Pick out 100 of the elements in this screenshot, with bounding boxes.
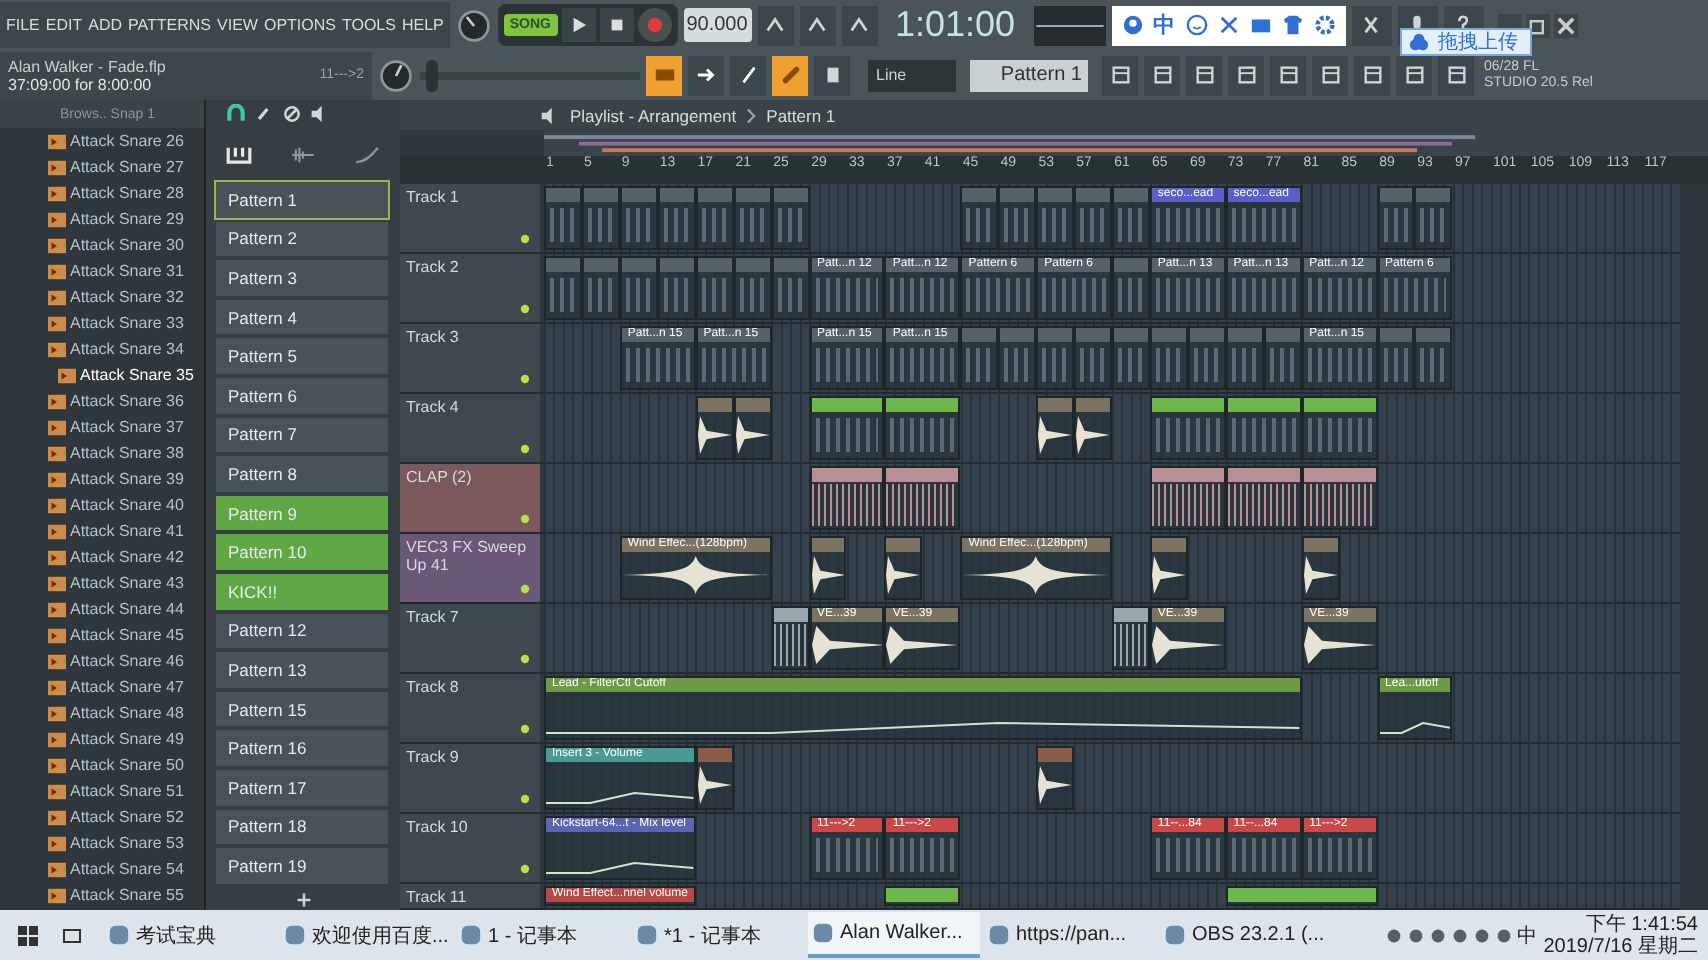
pattern-clip[interactable] — [619, 256, 658, 320]
pattern-item[interactable]: Pattern 18 — [216, 809, 388, 845]
magnet-icon[interactable] — [226, 104, 246, 124]
audio-clip[interactable] — [1301, 536, 1340, 600]
browser-item[interactable]: Attack Snare 43 — [48, 570, 204, 596]
audio-clip[interactable] — [1225, 466, 1302, 530]
pattern-item[interactable]: Pattern 1 — [216, 182, 388, 218]
view-button[interactable] — [1312, 55, 1348, 95]
view-button[interactable] — [1396, 55, 1432, 95]
clock[interactable]: 下午 1:41:54 2019/7/16 星期二 — [1543, 913, 1698, 957]
view-button[interactable] — [1144, 55, 1180, 95]
tempo-field[interactable]: 90.000 — [683, 8, 751, 42]
pattern-item[interactable]: Pattern 16 — [216, 730, 388, 766]
browser-item[interactable]: Attack Snare 47 — [48, 674, 204, 700]
menu-item[interactable]: VIEW — [217, 16, 258, 34]
pattern-clip[interactable] — [1225, 396, 1302, 460]
pattern-clip[interactable] — [1263, 326, 1302, 390]
toolbar-button[interactable] — [841, 5, 877, 45]
pattern-clip[interactable] — [581, 256, 620, 320]
browser-item[interactable]: Attack Snare 41 — [48, 518, 204, 544]
browser-item[interactable]: Attack Snare 55 — [48, 882, 204, 908]
browser-item[interactable]: Attack Snare 26 — [48, 128, 204, 154]
browser-item[interactable]: Attack Snare 32 — [48, 284, 204, 310]
scissors-icon[interactable] — [1217, 14, 1239, 36]
pattern-item[interactable]: Pattern 13 — [216, 652, 388, 688]
browser-item[interactable]: Attack Snare 42 — [48, 544, 204, 570]
pattern-clip[interactable] — [1414, 186, 1453, 250]
audio-clip[interactable] — [733, 396, 772, 460]
keyboard-icon[interactable] — [1249, 14, 1271, 36]
status-dot-icon[interactable] — [520, 584, 530, 594]
toolbar-button[interactable] — [814, 55, 850, 95]
taskbar-item[interactable]: 考试宝典 — [104, 912, 276, 958]
taskbar-item[interactable]: Alan Walker... — [808, 912, 980, 958]
browser-item[interactable]: Attack Snare 54 — [48, 856, 204, 882]
taskbar-item[interactable]: 欢迎使用百度... — [280, 912, 452, 958]
user-icon[interactable] — [1121, 14, 1143, 36]
pattern-clip[interactable] — [544, 186, 582, 250]
paperclip-icon[interactable] — [254, 104, 274, 124]
audio-clip[interactable] — [695, 746, 734, 810]
view-button[interactable] — [1186, 55, 1222, 95]
pattern-clip[interactable] — [657, 256, 696, 320]
menu-item[interactable]: FILE — [6, 16, 40, 34]
pattern-clip[interactable] — [1225, 326, 1264, 390]
pattern-clip[interactable] — [960, 326, 999, 390]
track-header[interactable]: Track 2 — [400, 254, 540, 322]
pattern-item[interactable]: Pattern 8 — [216, 456, 388, 492]
pattern-clip[interactable] — [1149, 396, 1226, 460]
browser-item[interactable]: Attack Snare 50 — [48, 752, 204, 778]
shirt-icon[interactable] — [1281, 14, 1303, 36]
browser-item[interactable]: Attack Snare 33 — [48, 310, 204, 336]
status-dot-icon[interactable] — [520, 724, 530, 734]
pattern-item[interactable]: Pattern 2 — [216, 221, 388, 257]
windows-start-icon[interactable] — [16, 923, 40, 947]
browser-item[interactable]: Attack Snare 45 — [48, 622, 204, 648]
track-header[interactable]: CLAP (2) — [400, 464, 540, 532]
track-header[interactable]: VEC3 FX Sweep Up 41 — [400, 534, 540, 602]
audio-clip[interactable] — [1036, 396, 1075, 460]
piano-roll-icon[interactable] — [225, 146, 252, 164]
browser-item[interactable]: Attack Snare 53 — [48, 830, 204, 856]
slider-handle[interactable] — [426, 59, 439, 91]
no-icon[interactable] — [282, 104, 302, 124]
pattern-clip[interactable] — [581, 186, 620, 250]
browser-item[interactable]: Attack Snare 46 — [48, 648, 204, 674]
browser-item[interactable]: Attack Snare 52 — [48, 804, 204, 830]
track-header[interactable]: Track 1 — [400, 184, 540, 252]
status-dot-icon[interactable] — [520, 234, 530, 244]
pattern-clip[interactable] — [1036, 186, 1075, 250]
track-header[interactable]: Track 11 — [400, 884, 540, 908]
pattern-clip[interactable] — [884, 886, 961, 906]
pattern-clip[interactable] — [998, 326, 1037, 390]
cut-button[interactable] — [1351, 5, 1391, 45]
audio-clip[interactable] — [1111, 606, 1150, 670]
track-header[interactable]: Track 4 — [400, 394, 540, 462]
track-header[interactable]: Track 7 — [400, 604, 540, 672]
browser-item[interactable]: Attack Snare 49 — [48, 726, 204, 752]
smiley-icon[interactable] — [1185, 14, 1207, 36]
browser-item[interactable]: Attack Snare 38 — [48, 440, 204, 466]
knob-icon[interactable] — [455, 7, 492, 43]
pattern-clip[interactable] — [1301, 396, 1378, 460]
toolbar-button[interactable] — [730, 55, 766, 95]
status-dot-icon[interactable] — [520, 444, 530, 454]
status-dot-icon[interactable] — [520, 794, 530, 804]
browser-item[interactable]: Attack Snare 31 — [48, 258, 204, 284]
audio-clip[interactable] — [884, 536, 923, 600]
pattern-clip[interactable] — [1377, 326, 1415, 390]
pattern-clip[interactable] — [1377, 186, 1415, 250]
taskbar-item[interactable]: *1 - 记事本 — [632, 912, 804, 958]
pattern-clip[interactable] — [1036, 326, 1075, 390]
audio-clip[interactable] — [1301, 466, 1378, 530]
curve-icon[interactable] — [354, 146, 381, 164]
typing-keyboard-button[interactable] — [646, 55, 682, 95]
view-button[interactable] — [1270, 55, 1306, 95]
audio-clip[interactable] — [1149, 466, 1226, 530]
browser-item[interactable]: Attack Snare 27 — [48, 154, 204, 180]
audio-clip[interactable] — [771, 606, 810, 670]
status-dot-icon[interactable] — [520, 514, 530, 524]
task-view-icon[interactable] — [60, 923, 84, 947]
pattern-clip[interactable] — [1074, 326, 1112, 390]
pattern-item[interactable]: Pattern 7 — [216, 417, 388, 453]
pattern-clip[interactable] — [809, 396, 885, 460]
